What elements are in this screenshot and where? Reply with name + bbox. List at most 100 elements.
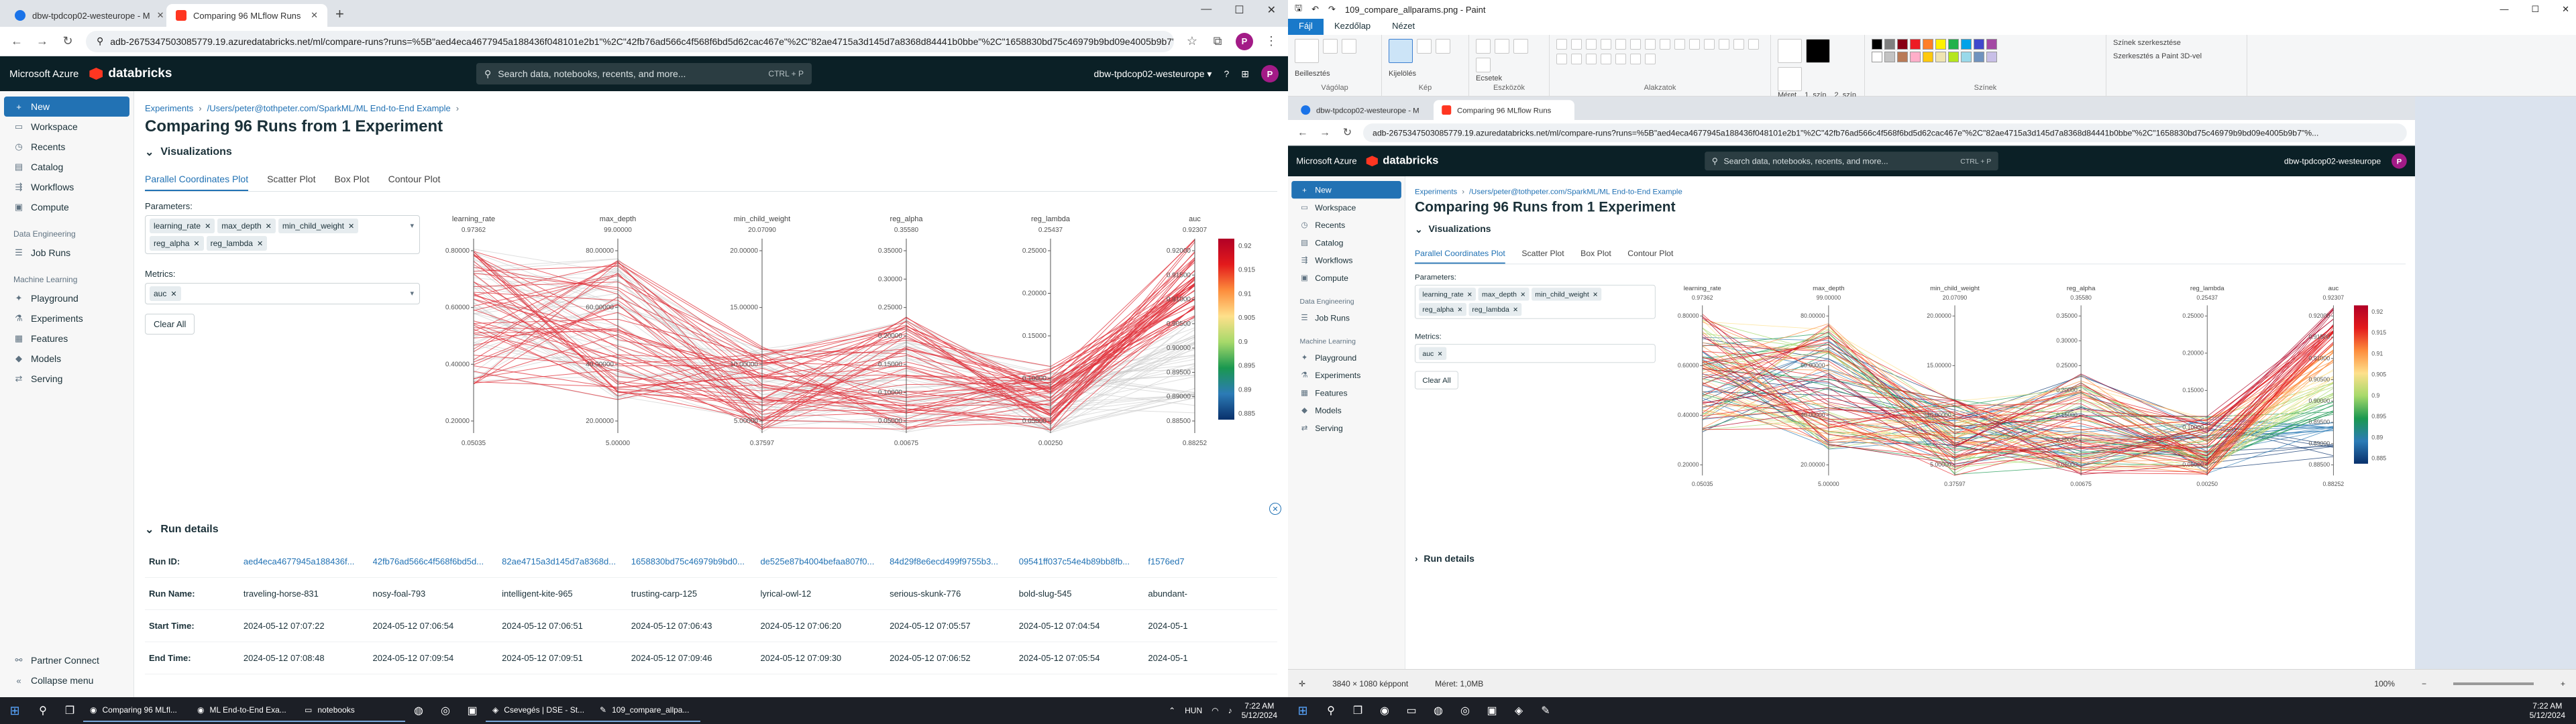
param-chip[interactable]: min_child_weight ✕ (278, 219, 359, 233)
shape-tool-icon[interactable] (1630, 39, 1641, 50)
tab-contour-plot[interactable]: Contour Plot (388, 168, 441, 191)
run-details-section-header[interactable]: ⌄ Run details (145, 523, 1277, 536)
global-search-input[interactable]: ⚲ Search data, notebooks, recents, and m… (476, 63, 812, 84)
shape-tool-icon[interactable] (1571, 39, 1582, 50)
color-swatch[interactable] (1986, 39, 1997, 50)
folder-icon[interactable]: ▭ (1398, 697, 1425, 724)
forward-icon[interactable]: → (35, 34, 50, 48)
tab-parallel-coordinates[interactable]: Parallel Coordinates Plot (145, 168, 249, 191)
param-chip[interactable]: learning_rate ✕ (150, 219, 215, 233)
run-id-link[interactable]: 09541ff037c54e4b89bb8fb... (1019, 556, 1148, 566)
shape-tool-icon[interactable] (1660, 39, 1670, 50)
color-swatch[interactable] (1948, 39, 1959, 50)
sidebar-item-compute[interactable]: ▣ Compute (4, 197, 129, 217)
expand-panel-icon[interactable]: ✕ (1269, 503, 1281, 515)
shape-tool-icon[interactable] (1645, 54, 1656, 64)
run-id-link[interactable]: 42fb76ad566c4f568f6bd5d... (373, 556, 502, 566)
databricks-logo[interactable]: databricks (89, 66, 172, 81)
terminal-icon[interactable]: ▣ (1479, 697, 1505, 724)
sidebar-item-playground[interactable]: ✦ Playground (1291, 349, 1401, 366)
firefox-icon[interactable]: ◍ (405, 697, 432, 724)
paint-icon[interactable]: ✎ (1532, 697, 1559, 724)
profile-avatar[interactable]: P (1236, 32, 1253, 50)
color-swatch[interactable] (1961, 39, 1972, 50)
shape-tool-icon[interactable] (1615, 39, 1626, 50)
eraser-icon[interactable] (1476, 58, 1491, 72)
sidebar-item-features[interactable]: ▦ Features (4, 328, 129, 349)
shape-tool-icon[interactable] (1556, 39, 1567, 50)
resize-icon[interactable] (1436, 39, 1450, 54)
color-swatch[interactable] (1884, 52, 1895, 62)
shape-tool-icon[interactable] (1601, 54, 1611, 64)
minimize-icon[interactable]: — (2500, 4, 2508, 15)
run-id-link[interactable]: 84d29f8e6ecd499f9755b3... (890, 556, 1019, 566)
taskbar-app-chrome-compare[interactable]: ◉ Comparing 96 MLfl... (83, 699, 191, 722)
wifi-icon[interactable]: ◠ (1212, 706, 1218, 715)
sidebar-item-job-runs[interactable]: ☰ Job Runs (1291, 309, 1401, 326)
color-swatch[interactable] (1986, 52, 1997, 62)
remove-chip-icon[interactable]: ✕ (170, 290, 176, 298)
shape-tool-icon[interactable] (1748, 39, 1759, 50)
chevron-down-icon[interactable]: ▾ (410, 221, 414, 230)
volume-icon[interactable]: ♪ (1228, 706, 1232, 715)
browser-tab-compare[interactable]: Comparing 96 MLflow Runs ✕ (166, 4, 327, 27)
param-chip[interactable]: reg_lambda ✕ (206, 236, 268, 251)
workspace-switcher[interactable]: dbw-tpdcop02-westeurope ▾ (1094, 68, 1212, 80)
size-icon[interactable] (1778, 39, 1802, 63)
sidebar-item-serving[interactable]: ⇄ Serving (1291, 419, 1401, 436)
extensions-icon[interactable]: ⧉ (1210, 34, 1225, 48)
sidebar-item-catalog[interactable]: ▤ Catalog (4, 157, 129, 177)
url-field[interactable]: ⚲ adb-2675347503085779.19.azuredatabrick… (86, 30, 1174, 52)
collapse-menu-button[interactable]: «Collapse menu (4, 670, 129, 690)
task-view-icon[interactable]: ❐ (56, 697, 83, 724)
taskbar-app-teams[interactable]: ◈ Csevegés | DSE - St... (486, 699, 593, 722)
shape-tool-icon[interactable] (1630, 54, 1641, 64)
chrome-icon[interactable]: ◉ (1371, 697, 1398, 724)
search-icon[interactable]: ⚲ (1318, 697, 1344, 724)
taskbar-app-notebooks[interactable]: ▭ notebooks (298, 699, 405, 722)
pencil-icon[interactable] (1476, 39, 1491, 54)
remove-chip-icon[interactable]: ✕ (266, 222, 272, 231)
sidebar-item-new[interactable]: + New (4, 97, 129, 117)
new-tab-icon[interactable]: + (327, 5, 352, 27)
sidebar-item-workspace[interactable]: ▭ Workspace (1291, 198, 1401, 216)
param-chip[interactable]: max_depth ✕ (217, 219, 276, 233)
browser-tab-workspace[interactable]: dbw-tpdcop02-westeurope - M ✕ (5, 4, 166, 27)
metric-chip[interactable]: auc ✕ (150, 286, 181, 301)
maximize-icon[interactable]: ☐ (2531, 4, 2539, 15)
tray-chevron-icon[interactable]: ⌃ (1169, 706, 1175, 715)
app-icon[interactable]: ◎ (1452, 697, 1479, 724)
breadcrumb-experiments[interactable]: Experiments (145, 103, 193, 113)
menu-view[interactable]: Nézet (1381, 19, 1426, 35)
shape-tool-icon[interactable] (1571, 54, 1582, 64)
terminal-icon[interactable]: ▣ (459, 697, 486, 724)
sidebar-item-experiments[interactable]: ⚗ Experiments (1291, 367, 1401, 384)
remove-chip-icon[interactable]: ✕ (205, 222, 211, 231)
shape-tool-icon[interactable] (1586, 54, 1597, 64)
clear-all-button[interactable]: Clear All (145, 314, 195, 335)
sidebar-item-workflows[interactable]: ⇶ Workflows (1291, 251, 1401, 269)
sidebar-item-compute[interactable]: ▣ Compute (1291, 269, 1401, 286)
zoom-level[interactable]: 100% (2374, 679, 2395, 688)
color-swatch[interactable] (1974, 39, 1984, 50)
shape-tool-icon[interactable] (1733, 39, 1744, 50)
color-swatch[interactable] (1961, 52, 1972, 62)
param-chip[interactable]: reg_alpha ✕ (150, 236, 204, 251)
apps-grid-icon[interactable]: ⊞ (1241, 68, 1249, 80)
color-swatch[interactable] (1872, 52, 1882, 62)
run-id-link[interactable]: de525e87b4004befaa807f0... (760, 556, 890, 566)
windows-start-icon[interactable]: ⊞ (0, 697, 30, 724)
shape-tool-icon[interactable] (1556, 54, 1567, 64)
windows-start-icon[interactable]: ⊞ (1288, 697, 1318, 724)
run-id-link[interactable]: f1576ed7 (1148, 556, 1277, 566)
language-indicator[interactable]: HUN (1185, 706, 1202, 715)
crop-icon[interactable] (1417, 39, 1432, 54)
sidebar-item-models[interactable]: ◆ Models (4, 349, 129, 369)
remove-chip-icon[interactable]: ✕ (348, 222, 354, 231)
search-icon[interactable]: ⚲ (30, 697, 56, 724)
sidebar-item-new[interactable]: + New (1291, 181, 1401, 199)
run-id-link[interactable]: 1658830bd75c46979b9bd0... (631, 556, 761, 566)
text-icon[interactable] (1513, 39, 1528, 54)
remove-chip-icon[interactable]: ✕ (257, 239, 263, 248)
minimize-icon[interactable]: — (1201, 3, 1212, 17)
